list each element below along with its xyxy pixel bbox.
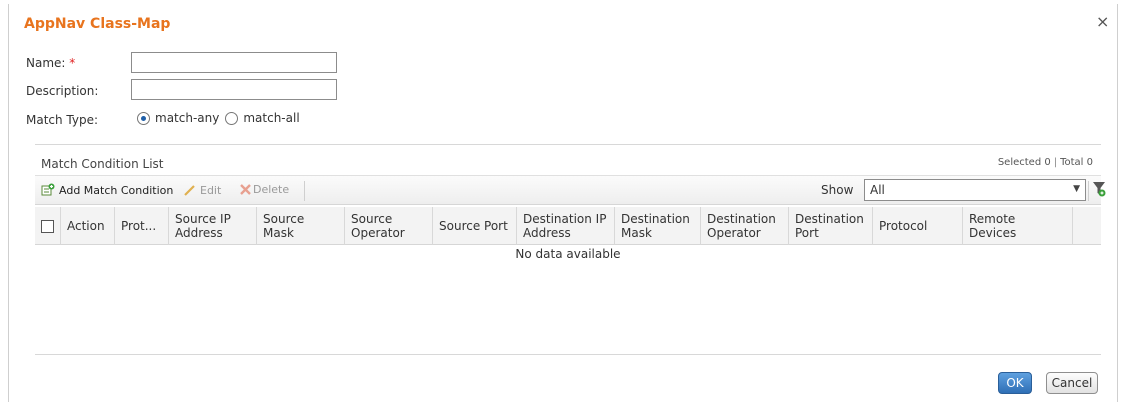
- select-all-checkbox[interactable]: [41, 219, 54, 233]
- column-header-source-port[interactable]: Source Port: [433, 207, 517, 245]
- show-filter-value: All: [870, 183, 885, 197]
- panel-title: Match Condition List: [41, 157, 164, 171]
- column-header-destination-operator[interactable]: Destination Operator: [701, 207, 789, 245]
- column-header-source-ip[interactable]: Source IP Address: [169, 207, 257, 245]
- close-icon[interactable]: ×: [1096, 12, 1109, 31]
- delete-icon: [240, 184, 251, 195]
- empty-table-message: No data available: [515, 247, 621, 261]
- add-button-label: Add Match Condition: [59, 183, 174, 197]
- match-any-option[interactable]: match-any: [137, 111, 219, 125]
- match-condition-panel: Match Condition List Selected 0 | Total 0 …: [35, 144, 1106, 355]
- column-header-destination-ip[interactable]: Destination IP Address: [517, 207, 615, 245]
- chevron-down-icon: ▼: [1073, 184, 1080, 194]
- panel-bottom-border: [35, 354, 1101, 355]
- column-header-protocol-short[interactable]: Prot...: [115, 207, 169, 245]
- toolbar: Add Match Condition Edit Delete Show All…: [35, 175, 1106, 205]
- ok-button[interactable]: OK: [998, 372, 1032, 394]
- match-type-label: Match Type:: [26, 113, 99, 127]
- total-count: Total 0: [1060, 157, 1093, 168]
- pencil-icon: [184, 185, 195, 196]
- column-header-destination-port[interactable]: Destination Port: [789, 207, 873, 245]
- column-header-source-operator[interactable]: Source Operator: [345, 207, 433, 245]
- column-header-remote-devices[interactable]: Remote Devices: [963, 207, 1073, 245]
- description-input[interactable]: [131, 79, 337, 100]
- column-header-protocol[interactable]: Protocol: [873, 207, 963, 245]
- toolbar-divider: [304, 181, 305, 201]
- column-header-source-mask[interactable]: Source Mask: [257, 207, 345, 245]
- edit-button[interactable]: Edit: [183, 183, 221, 197]
- add-match-condition-button[interactable]: Add Match Condition: [41, 183, 173, 197]
- selected-count: Selected 0: [997, 157, 1051, 168]
- name-input[interactable]: [131, 52, 337, 73]
- toolbar-divider-right: [1088, 181, 1089, 201]
- filter-icon[interactable]: [1092, 180, 1106, 201]
- add-icon: [41, 183, 55, 196]
- column-header-destination-mask[interactable]: Destination Mask: [615, 207, 701, 245]
- match-any-label: match-any: [155, 111, 220, 125]
- appnav-class-map-dialog: AppNav Class-Map × Name: * Description: …: [8, 4, 1118, 402]
- match-all-option[interactable]: match-all: [225, 111, 300, 125]
- required-marker: *: [69, 56, 76, 70]
- match-type-radio-group: match-any match-all: [137, 111, 306, 125]
- column-header-action[interactable]: Action: [61, 207, 115, 245]
- delete-button[interactable]: Delete: [239, 183, 289, 196]
- show-label: Show: [821, 183, 854, 197]
- table-header: Action Prot... Source IP Address Source …: [35, 207, 1101, 245]
- selection-counts: Selected 0 | Total 0: [997, 157, 1093, 168]
- show-filter-select[interactable]: All ▼: [864, 179, 1086, 201]
- delete-button-label: Delete: [253, 183, 290, 196]
- match-any-radio[interactable]: [137, 111, 150, 125]
- dialog-title: AppNav Class-Map: [24, 16, 171, 32]
- cancel-button[interactable]: Cancel: [1046, 372, 1098, 394]
- name-label: Name: *: [26, 56, 75, 70]
- description-label: Description:: [26, 84, 99, 98]
- column-select-all[interactable]: [35, 207, 61, 245]
- match-all-label: match-all: [243, 111, 300, 125]
- match-all-radio[interactable]: [225, 111, 239, 125]
- edit-button-label: Edit: [200, 183, 222, 197]
- name-label-text: Name:: [26, 56, 66, 70]
